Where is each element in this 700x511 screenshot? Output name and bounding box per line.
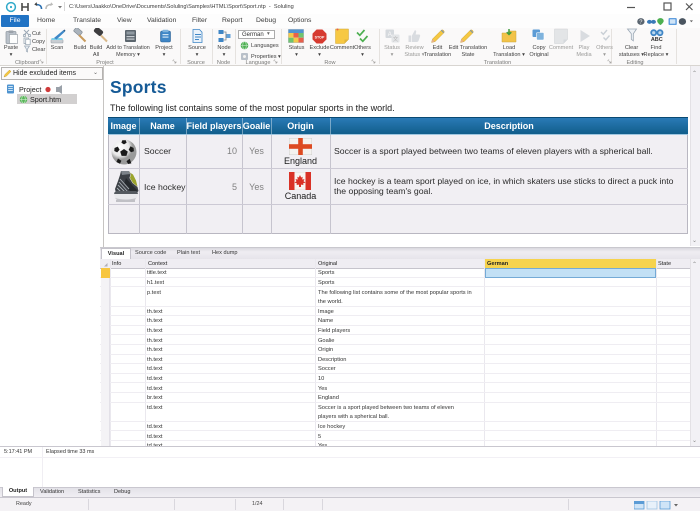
svg-text:A: A xyxy=(388,32,392,38)
svg-text:STOP: STOP xyxy=(315,35,325,39)
svg-text:?: ? xyxy=(639,20,642,26)
svg-text:文: 文 xyxy=(393,35,399,43)
svg-text:ABC: ABC xyxy=(651,37,663,43)
